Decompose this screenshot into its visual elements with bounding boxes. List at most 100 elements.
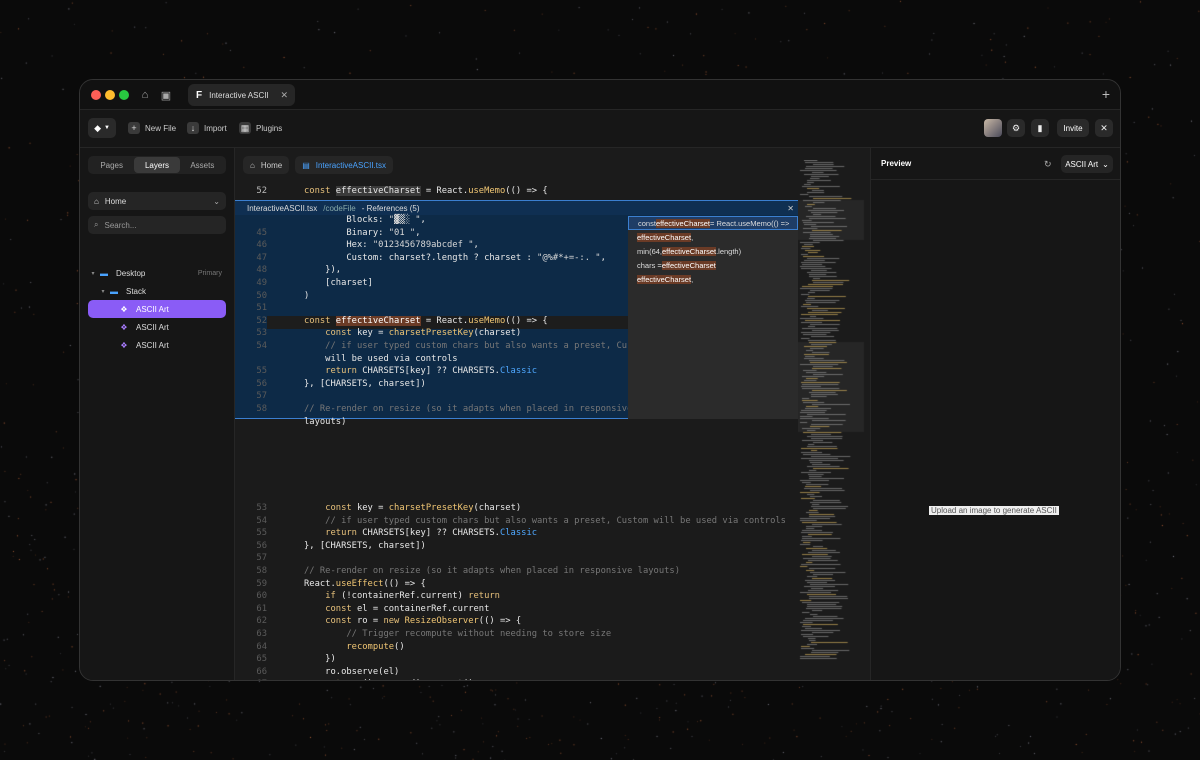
breadcrumb-file-label: InteractiveASCII.tsx [315, 160, 386, 170]
component-icon: ❖ [120, 340, 128, 350]
code-line: }, [CHARSETS, charset]) [304, 540, 426, 551]
close-window-button[interactable] [91, 90, 101, 100]
layer-ascii-art-2[interactable]: ❖ ASCII Art [88, 318, 226, 336]
code-line: // Re-render on resize (so it adapts whe… [304, 404, 633, 414]
peek-title: - References (5) [361, 203, 420, 213]
layer-stack[interactable]: ▾ ▬ Stack [88, 282, 226, 300]
close-tab-icon[interactable]: ✕ [280, 90, 288, 101]
layer-label: Desktop [116, 268, 146, 278]
peek-header: InteractiveASCII.tsx /codeFile - Referen… [235, 201, 798, 215]
main-menu-button[interactable]: ◆ ▼ [88, 118, 116, 138]
layer-desktop[interactable]: ▾ ▬ Desktop Primary [88, 264, 226, 282]
line-number: 55 [256, 366, 267, 377]
refresh-icon[interactable]: ↻ [1044, 159, 1052, 170]
component-icon: ❖ [120, 322, 128, 332]
line-number: 63 [256, 629, 267, 639]
code-line: Hex: "0123456789abcdef ", [304, 240, 479, 251]
title-bar: ⌂ ▣ F Interactive ASCII ✕ + [80, 80, 1120, 110]
frame-icon: ▬ [100, 268, 108, 278]
line-number: 61 [256, 603, 267, 614]
layer-ascii-art-1[interactable]: ❖ ASCII Art [88, 300, 226, 318]
invite-button[interactable]: Invite [1057, 119, 1089, 137]
layer-ascii-art-3[interactable]: ❖ ASCII Art [88, 336, 226, 354]
toolbar: ◆ ▼ + New File ↓ Import ▦ Plugins ⚙ ▮ Invite… [80, 110, 1120, 148]
reference-item[interactable]: chars = effectiveCharset [628, 258, 798, 272]
new-file-button[interactable]: + New File [128, 120, 176, 136]
code-line: // Trigger recompute without needing to … [304, 629, 612, 639]
new-tab-icon[interactable]: + [1102, 86, 1110, 102]
code-line: ro.observe(el) [304, 666, 400, 677]
search-icon: ⌕ [94, 220, 99, 229]
reference-item[interactable]: const effectiveCharset = React.useMemo((… [628, 216, 798, 230]
layer-label: ASCII Art [136, 304, 169, 314]
code-line: return CHARSETS[key] ?? CHARSETS.Classic [325, 528, 538, 539]
minimap[interactable] [798, 160, 870, 680]
home-icon[interactable]: ⌂ [138, 88, 152, 102]
bar-chart-icon: ▮ [1037, 122, 1043, 133]
reference-item[interactable]: effectiveCharset, [628, 230, 798, 244]
code-line: const effectiveCharset = React.useMemo((… [304, 315, 548, 326]
preview-header: Preview ↻ ASCII Art ⌄ [871, 148, 1120, 180]
sidebar-tabs: Pages Layers Assets [88, 156, 226, 174]
line-number: 59 [256, 578, 267, 589]
maximize-window-button[interactable] [119, 90, 129, 100]
layer-label: Stack [126, 286, 147, 296]
code-line: [charset] [304, 278, 373, 288]
plugins-label: Plugins [256, 123, 283, 133]
stack-icon: ▬ [110, 286, 118, 296]
code-line: if (!containerRef.current) return [325, 591, 500, 602]
line-number: 66 [256, 666, 267, 677]
tab-pages[interactable]: Pages [89, 157, 134, 173]
close-icon[interactable]: ✕ [787, 204, 794, 213]
code-line: return () => ro.disconnect() [304, 679, 473, 680]
search-placeholder: Search... [104, 220, 137, 230]
plugins-button[interactable]: ▦ Plugins [239, 120, 282, 136]
code-line: React.useEffect(() => { [304, 578, 426, 589]
chevron-down-icon: ▾ [101, 288, 105, 295]
close-button[interactable]: ✕ [1095, 119, 1113, 137]
document-tab[interactable]: F Interactive ASCII ✕ [188, 84, 295, 106]
tab-assets[interactable]: Assets [180, 157, 225, 173]
line-number: 49 [256, 278, 267, 288]
code-line: Blocks: "▓▒░ ", [304, 215, 426, 225]
page-select[interactable]: ⌂ Home ⌄ [88, 192, 226, 210]
line-number: 45 [256, 227, 267, 238]
inbox-icon[interactable]: ▣ [159, 88, 173, 102]
references-peek: InteractiveASCII.tsx /codeFile - Referen… [235, 200, 798, 427]
search-input[interactable]: ⌕ Search... [88, 216, 226, 234]
minimize-window-button[interactable] [105, 90, 115, 100]
code-line: const effectiveCharset = React.useMemo((… [304, 186, 548, 196]
preview-component-select[interactable]: ASCII Art ⌄ [1061, 155, 1113, 173]
preview-title: Preview [881, 159, 912, 168]
breadcrumb-file[interactable]: ▤ InteractiveASCII.tsx [295, 156, 393, 174]
code-line: Binary: "01 ", [304, 227, 421, 238]
code-line: }), [304, 265, 342, 276]
file-icon: ▤ [302, 160, 310, 170]
primary-badge: Primary [197, 269, 222, 277]
code-line: const key = charsetPresetKey(charset) [325, 503, 522, 513]
breadcrumb-home[interactable]: ⌂ Home [243, 156, 290, 174]
code-line: recompute() [346, 641, 405, 652]
line-number: 57 [256, 553, 267, 564]
line-number: 53 [256, 503, 267, 513]
code-line: const el = containerRef.current [325, 603, 490, 614]
import-button[interactable]: ↓ Import [187, 120, 227, 136]
line-number: 58 [256, 404, 267, 414]
line-number: 57 [256, 391, 267, 402]
code-editor[interactable]: ⌂ Home ▤ InteractiveASCII.tsx 52 const eff… [235, 148, 870, 680]
references-list: const effectiveCharset = React.useMemo((… [628, 216, 798, 419]
reference-item[interactable]: effectiveCharset, [628, 272, 798, 286]
line-number: 50 [256, 290, 267, 301]
code-line: ) [304, 290, 310, 301]
chevron-down-icon: ⌄ [1102, 159, 1109, 169]
preview-select-value: ASCII Art [1065, 159, 1099, 169]
reference-item[interactable]: min(64, effectiveCharset .length) [628, 244, 798, 258]
avatar[interactable] [984, 119, 1002, 137]
code-line: return CHARSETS[key] ?? CHARSETS.Classic [325, 366, 538, 377]
analytics-button[interactable]: ▮ [1031, 119, 1049, 137]
tab-layers[interactable]: Layers [134, 157, 180, 173]
code-line: const ro = new ResizeObserver(() => { [325, 616, 522, 627]
framer-logo-icon: F [196, 89, 203, 101]
settings-button[interactable]: ⚙ [1007, 119, 1025, 137]
tab-title: Interactive ASCII [209, 90, 269, 100]
